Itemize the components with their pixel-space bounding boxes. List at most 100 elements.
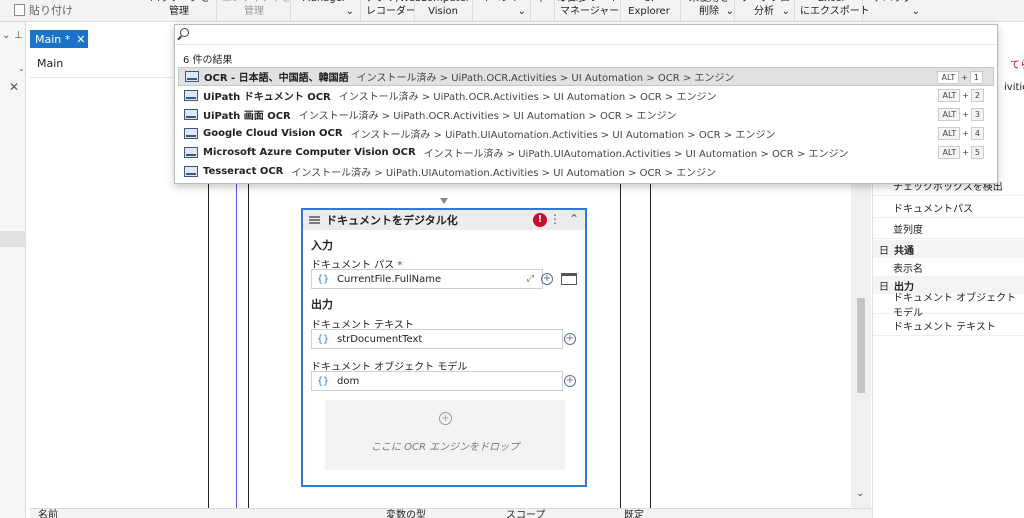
scrollbar-thumb[interactable]: [857, 298, 865, 393]
shortcut-modifier-key: ALT: [938, 127, 961, 140]
digitize-document-activity[interactable]: ドキュメントをデジタル化 ! ⋮ ⌃ 入力 ドキュメント パス * {} Cur…: [301, 208, 587, 487]
activity-screen-icon: [184, 90, 198, 101]
property-label: ドキュメント オブジェクト モデル: [893, 292, 1017, 319]
browse-folder-icon[interactable]: [561, 273, 577, 285]
property-row[interactable]: 並列度: [873, 219, 1024, 239]
pin-icon[interactable]: ⊥: [14, 30, 23, 41]
ribbon-button[interactable]: イベント⌄: [478, 0, 526, 17]
ribbon-separator: [794, 0, 795, 21]
selected-tree-item[interactable]: [0, 231, 26, 247]
add-variable-icon[interactable]: +: [564, 333, 576, 345]
document-text-field[interactable]: {} strDocumentText: [311, 329, 563, 349]
search-result-item[interactable]: UiPath 画面 OCR インストール済み > UiPath.OCR.Activ…: [178, 105, 994, 124]
ribbon-separator: [290, 0, 291, 21]
search-result-item[interactable]: Tesseract OCR インストール済み > UiPath.UIAutomat…: [178, 162, 994, 181]
document-path-field[interactable]: {} CurrentFile.FullName ⤢: [311, 269, 543, 289]
breadcrumb-label: Main: [37, 57, 64, 70]
search-icon: [180, 28, 189, 37]
activity-screen-icon: [184, 128, 198, 139]
shortcut-number-key: 3: [970, 108, 984, 121]
drag-handle-icon[interactable]: [309, 216, 320, 224]
result-name: UiPath 画面 OCR: [203, 111, 291, 122]
small-chevron-icon[interactable]: ⌄: [18, 64, 25, 73]
shortcut-modifier-key: ALT: [938, 146, 961, 159]
property-label: 並列度: [893, 225, 923, 236]
ocr-engine-drop-zone[interactable]: + ここに OCR エンジンをドロップ: [325, 400, 565, 470]
document-model-field[interactable]: {} dom: [311, 371, 563, 391]
activity-screen-icon: [184, 147, 198, 158]
search-result-item[interactable]: Google Cloud Vision OCR インストール済み > UiPath…: [178, 124, 994, 143]
ribbon-button[interactable]: アプリ/Webレコーダー: [366, 0, 421, 18]
output-section-label: 出力: [311, 298, 333, 311]
result-path: インストール済み > UiPath.UIAutomation.Activitie…: [423, 149, 849, 160]
activity-screen-icon: [184, 109, 198, 120]
breadcrumb[interactable]: Main: [30, 48, 180, 78]
ribbon-separator: [414, 0, 415, 21]
property-row[interactable]: ドキュメント オブジェクト モデル: [873, 293, 1024, 319]
dropdown-chevron-icon: ⌄: [517, 6, 526, 17]
dropdown-chevron-icon: ⌄: [725, 6, 734, 17]
collapse-icon[interactable]: ⌃: [569, 212, 579, 226]
shortcut-modifier-key: ALT: [938, 108, 961, 121]
column-variable-type[interactable]: 変数の型: [386, 509, 426, 518]
add-activity-icon[interactable]: +: [439, 412, 452, 425]
ribbon-separator: [734, 0, 735, 21]
ribbon-button-label: Manager: [296, 0, 352, 5]
variables-panel-header: 名前 変数の型 スコープ 既定: [30, 508, 872, 518]
ribbon-button[interactable]: ワークフロー分析⌄: [740, 0, 800, 18]
column-scope[interactable]: スコープ: [506, 509, 545, 518]
add-variable-icon[interactable]: +: [541, 273, 553, 285]
ribbon-button[interactable]: エンティティを管理: [222, 0, 291, 18]
ribbon-button[interactable]: デバッグ⌄: [868, 0, 920, 17]
property-row[interactable]: ドキュメントパス: [873, 198, 1024, 218]
property-label: 表示名: [893, 264, 923, 275]
more-options-icon[interactable]: ⋮: [549, 212, 561, 226]
add-variable-icon[interactable]: +: [564, 375, 576, 387]
tab-close-icon[interactable]: ✕: [76, 33, 85, 46]
chevron-down-icon[interactable]: ⌄: [2, 30, 10, 41]
collapse-category-icon[interactable]: 日: [879, 242, 889, 257]
property-row[interactable]: 表示名: [873, 258, 1024, 278]
tab-main[interactable]: Main * ✕: [30, 30, 88, 48]
ribbon-button[interactable]: UIExplorer: [626, 0, 672, 18]
left-panel: ⌄ ⊥ ⌄ ✕: [0, 22, 26, 518]
search-bar: [175, 25, 997, 45]
expression-brace-icon: {}: [317, 273, 330, 285]
expand-editor-icon[interactable]: ⤢: [527, 274, 534, 284]
shortcut-number-key: 5: [970, 146, 984, 159]
ribbon-button[interactable]: ャーの表示: [536, 0, 586, 5]
error-icon[interactable]: !: [533, 213, 547, 227]
tab-main-label: Main *: [35, 32, 71, 46]
package-text-fragment: ivities.l: [1004, 82, 1024, 93]
keyboard-shortcut: ALT +4: [938, 127, 984, 140]
search-input[interactable]: [197, 27, 977, 43]
shortcut-plus: +: [962, 91, 969, 100]
activity-header[interactable]: ドキュメントをデジタル化 ! ⋮ ⌃: [303, 210, 585, 230]
column-default[interactable]: 既定: [624, 509, 644, 518]
paste-button[interactable]: 貼り付け: [14, 2, 73, 18]
scroll-down-icon[interactable]: ⌄: [856, 488, 864, 499]
expression-brace-icon: {}: [317, 333, 330, 345]
close-icon[interactable]: ✕: [9, 80, 19, 94]
property-category[interactable]: 日共通: [873, 240, 1024, 258]
collapse-category-icon[interactable]: 日: [879, 278, 889, 293]
search-result-item[interactable]: OCR - 日本語、中国語、韓国語 インストール済み > UiPath.OCR.A…: [178, 67, 994, 86]
result-name: UiPath ドキュメント OCR: [203, 92, 331, 103]
dropdown-chevron-icon: ⌄: [911, 6, 920, 17]
ribbon-button[interactable]: Excelにエクスポート: [800, 0, 870, 18]
ribbon-separator: [680, 0, 681, 21]
ribbon-separator: [862, 0, 863, 21]
ribbon-button-label: 管理: [244, 6, 264, 17]
ribbon-button[interactable]: テンプレートマネージャー: [560, 0, 620, 18]
search-result-item[interactable]: UiPath ドキュメント OCR インストール済み > UiPath.OCR.A…: [178, 86, 994, 105]
shortcut-plus: +: [962, 110, 969, 119]
ribbon-button[interactable]: Manager⌄: [296, 0, 354, 17]
ribbon-button[interactable]: パッケージを管理: [150, 0, 210, 18]
property-row[interactable]: ドキュメント テキスト: [873, 316, 1024, 336]
ribbon-button[interactable]: 未使用を削除⌄: [686, 0, 734, 18]
ribbon-button[interactable]: ComputerVision: [420, 0, 470, 18]
search-result-item[interactable]: Microsoft Azure Computer Vision OCR インストー…: [178, 143, 994, 162]
ribbon-separator: [620, 0, 621, 21]
result-path: インストール済み > UiPath.OCR.Activities > UI Au…: [298, 111, 677, 122]
column-name[interactable]: 名前: [38, 509, 58, 518]
